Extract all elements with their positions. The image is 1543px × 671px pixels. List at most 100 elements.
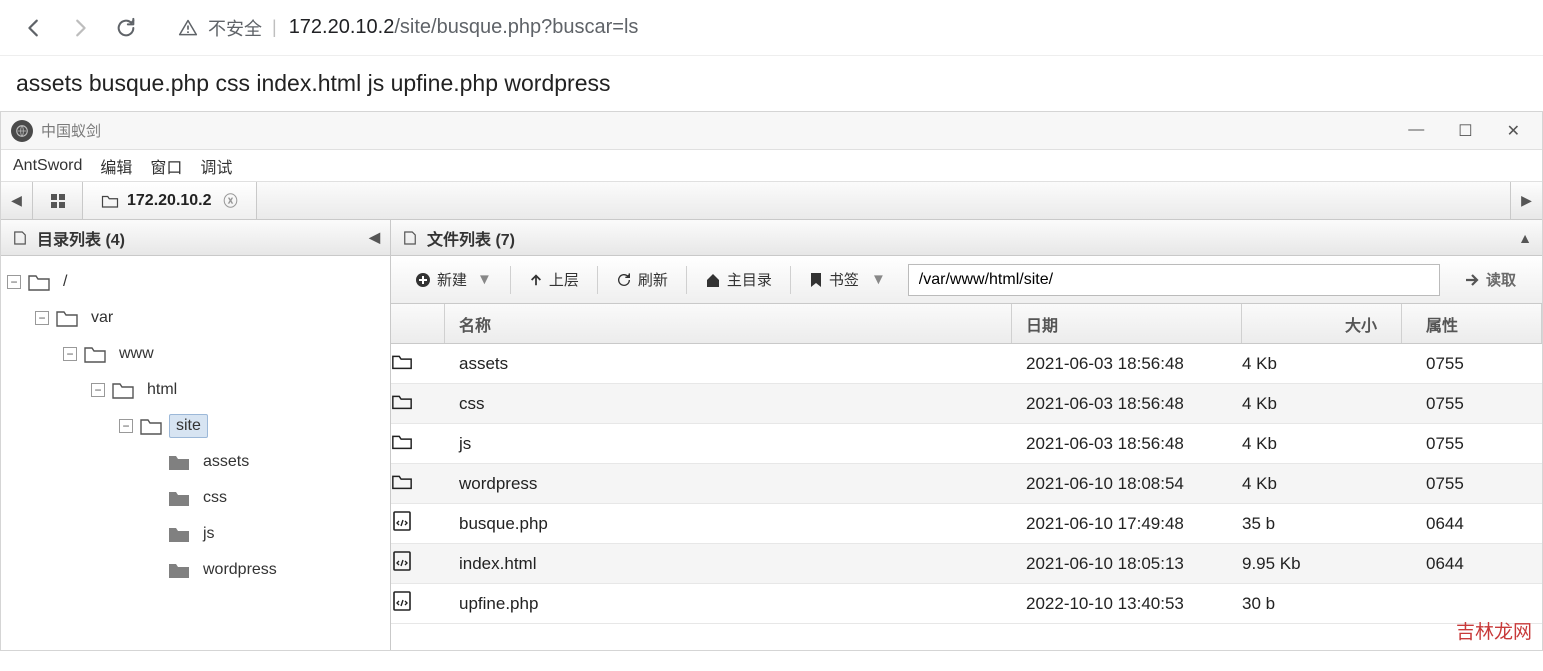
file-name: upfine.php: [445, 594, 1012, 614]
tree-node-label: www: [113, 343, 160, 365]
col-name[interactable]: 名称: [445, 304, 1012, 343]
tree-toggle-icon[interactable]: −: [35, 311, 49, 325]
file-table-header: 名称 日期 大小 属性: [391, 304, 1542, 344]
tree-toggle-icon[interactable]: −: [119, 419, 133, 433]
folder-icon: [391, 430, 445, 457]
tree-toggle-icon[interactable]: −: [91, 383, 105, 397]
maximize-button[interactable]: ☐: [1458, 121, 1472, 141]
file-attr: 0755: [1402, 394, 1542, 414]
collapse-left-icon[interactable]: ◀: [369, 229, 380, 246]
tree-node[interactable]: css: [7, 480, 384, 516]
table-row[interactable]: js2021-06-03 18:56:484 Kb0755: [391, 424, 1542, 464]
read-button[interactable]: 读取: [1450, 263, 1530, 296]
table-row[interactable]: css2021-06-03 18:56:484 Kb0755: [391, 384, 1542, 424]
file-date: 2021-06-10 17:49:48: [1012, 514, 1242, 534]
table-row[interactable]: busque.php2021-06-10 17:49:4835 b0644: [391, 504, 1542, 544]
menu-brand[interactable]: AntSword: [13, 157, 82, 175]
col-date[interactable]: 日期: [1012, 304, 1242, 343]
warning-triangle-icon: [178, 18, 198, 38]
tab-row: ◀ 172.20.10.2 ⓧ ▶: [1, 182, 1542, 220]
file-icon: [11, 230, 29, 246]
code-file-icon: [391, 550, 445, 577]
folder-icon: [101, 193, 119, 209]
directory-tree[interactable]: −/−var−www−html−siteassetscssjswordpress: [1, 256, 390, 650]
file-icon: [401, 230, 419, 246]
home-icon: [705, 272, 721, 288]
folder-icon: [27, 272, 51, 292]
code-file-icon: [391, 590, 445, 617]
table-row[interactable]: index.html2021-06-10 18:05:139.95 Kb0644: [391, 544, 1542, 584]
tree-node[interactable]: −/: [7, 264, 384, 300]
directory-panel-header: 目录列表 (4) ◀: [1, 220, 390, 256]
up-button[interactable]: 上层: [517, 263, 591, 296]
menu-edit[interactable]: 编辑: [100, 154, 132, 178]
file-date: 2021-06-03 18:56:48: [1012, 354, 1242, 374]
plus-circle-icon: [415, 272, 431, 288]
forward-button[interactable]: [66, 14, 94, 42]
file-name: index.html: [445, 554, 1012, 574]
tree-node[interactable]: − www: [7, 336, 384, 372]
arrow-right-icon: [1464, 273, 1480, 287]
tabs-scroll-right[interactable]: ▶: [1510, 182, 1542, 219]
tree-node[interactable]: assets: [7, 444, 384, 480]
file-attr: 0644: [1402, 554, 1542, 574]
tree-node[interactable]: js: [7, 516, 384, 552]
antsword-window: 中国蚁剑 — ☐ ✕ AntSword 编辑 窗口 调试 ◀ 172.20.10…: [0, 111, 1543, 651]
file-attr: 0755: [1402, 354, 1542, 374]
bookmark-button[interactable]: 书签 ▼: [797, 263, 898, 296]
table-row[interactable]: wordpress2021-06-10 18:08:544 Kb0755: [391, 464, 1542, 504]
file-size: 9.95 Kb: [1242, 554, 1402, 574]
tab-label: 172.20.10.2: [127, 192, 212, 210]
tabs-scroll-left[interactable]: ◀: [1, 182, 33, 219]
directory-panel: 目录列表 (4) ◀ −/−var−www−html−siteassetscss…: [1, 220, 391, 650]
file-size: 4 Kb: [1242, 434, 1402, 454]
folder-icon: [167, 488, 191, 508]
minimize-button[interactable]: —: [1408, 121, 1424, 141]
folder-icon: [55, 308, 79, 328]
file-name: assets: [445, 354, 1012, 374]
file-size: 4 Kb: [1242, 394, 1402, 414]
code-file-icon: [391, 510, 445, 537]
path-input[interactable]: [908, 264, 1440, 296]
file-name: wordpress: [445, 474, 1012, 494]
folder-icon: [83, 344, 107, 364]
new-button[interactable]: 新建 ▼: [403, 263, 504, 296]
tree-toggle-icon[interactable]: −: [7, 275, 21, 289]
menu-window[interactable]: 窗口: [150, 154, 182, 178]
back-button[interactable]: [20, 14, 48, 42]
table-row[interactable]: upfine.php2022-10-10 13:40:5330 b: [391, 584, 1542, 624]
file-toolbar: 新建 ▼ 上层 刷新 主目录: [391, 256, 1542, 304]
file-size: 4 Kb: [1242, 354, 1402, 374]
bookmark-icon: [809, 272, 823, 288]
tabs-grid-button[interactable]: [33, 182, 83, 219]
table-row[interactable]: assets2021-06-03 18:56:484 Kb0755: [391, 344, 1542, 384]
menu-bar: AntSword 编辑 窗口 调试: [1, 150, 1542, 182]
file-size: 4 Kb: [1242, 474, 1402, 494]
address-bar[interactable]: 不安全 | 172.20.10.2/site/busque.php?buscar…: [178, 15, 1523, 41]
collapse-up-icon[interactable]: ▲: [1518, 230, 1532, 246]
file-date: 2021-06-03 18:56:48: [1012, 434, 1242, 454]
tree-node[interactable]: −var: [7, 300, 384, 336]
url-text: 172.20.10.2/site/busque.php?buscar=ls: [289, 16, 639, 39]
refresh-button[interactable]: 刷新: [604, 263, 680, 296]
arrow-up-icon: [529, 273, 543, 287]
tab-close-icon[interactable]: ⓧ: [224, 191, 238, 211]
title-bar: 中国蚁剑 — ☐ ✕: [1, 112, 1542, 150]
col-size[interactable]: 大小: [1242, 304, 1402, 343]
file-attr: 0755: [1402, 474, 1542, 494]
reload-button[interactable]: [112, 14, 140, 42]
tree-node[interactable]: wordpress: [7, 552, 384, 588]
tree-toggle-icon[interactable]: −: [63, 347, 77, 361]
col-attr[interactable]: 属性: [1402, 304, 1542, 343]
file-date: 2021-06-10 18:08:54: [1012, 474, 1242, 494]
tree-node-label: html: [141, 379, 183, 401]
tree-node[interactable]: − html: [7, 372, 384, 408]
tab-host[interactable]: 172.20.10.2 ⓧ: [83, 182, 257, 219]
not-secure-label: 不安全: [208, 15, 262, 41]
close-window-button[interactable]: ✕: [1507, 121, 1520, 141]
tree-node[interactable]: −site: [7, 408, 384, 444]
folder-icon: [391, 470, 445, 497]
home-button[interactable]: 主目录: [693, 263, 784, 296]
menu-debug[interactable]: 调试: [200, 154, 232, 178]
folder-icon: [111, 380, 135, 400]
